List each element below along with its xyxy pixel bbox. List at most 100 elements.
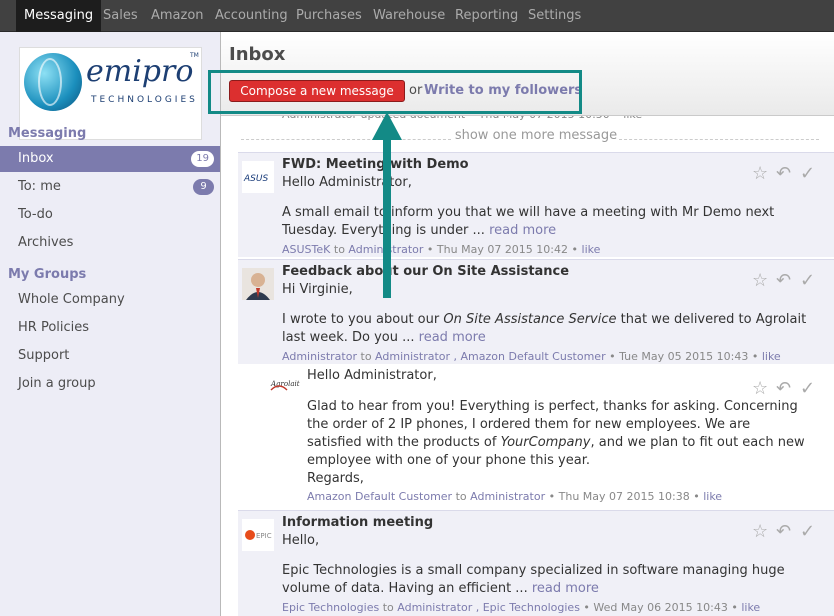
menu-purchases[interactable]: Purchases (296, 0, 362, 32)
sidebar-item-label: Join a group (18, 376, 96, 391)
sidebar-item-label: Inbox (18, 151, 54, 166)
like-link[interactable]: like (703, 490, 722, 503)
logo-tagline: TECHNOLOGIES (91, 95, 198, 105)
inbox-count-badge: 19 (191, 151, 214, 167)
epic-avatar[interactable]: EPIC (242, 519, 274, 551)
show-more-link[interactable]: show one more message (238, 128, 834, 143)
message-subject[interactable]: Feedback about our On Site Assistance (282, 264, 569, 279)
reply-icon[interactable]: ↶ (776, 163, 791, 184)
message-subject[interactable]: Information meeting (282, 515, 433, 530)
star-icon[interactable]: ☆ (752, 378, 768, 399)
main-content: Administrator updated document • Thu May… (208, 32, 834, 616)
logo-tm: TM (190, 52, 199, 59)
menu-accounting[interactable]: Accounting (215, 0, 288, 32)
message-item[interactable]: Feedback about our On Site Assistance Hi… (238, 259, 834, 364)
message-actions: ☆ ↶ ✓ (752, 163, 822, 184)
sidebar-item-label: HR Policies (18, 320, 90, 335)
menu-warehouse[interactable]: Warehouse (373, 0, 445, 32)
author-link[interactable]: Epic Technologies (282, 601, 379, 614)
message-meta: Epic Technologies to Administrator , Epi… (282, 601, 761, 614)
sidebar-item-label: Whole Company (18, 292, 125, 307)
message-actions: ☆ ↶ ✓ (752, 270, 822, 291)
read-more-link[interactable]: read more (419, 330, 486, 345)
sidebar-item-hr-policies[interactable]: HR Policies (0, 315, 220, 341)
sidebar-item-label: To: me (18, 179, 61, 194)
message-item[interactable]: EPIC Information meeting Hello, Epic Tec… (238, 510, 834, 616)
sidebar-section-my-groups: My Groups (8, 267, 87, 282)
page-title: Inbox (229, 44, 286, 65)
sidebar-item-join-group[interactable]: Join a group (0, 371, 220, 397)
recipient-link[interactable]: Administrator , Epic Technologies (397, 601, 580, 614)
message-meta: Amazon Default Customer to Administrator… (307, 490, 723, 503)
message-body: volume of data. Having an efficient ... … (282, 581, 599, 596)
user-avatar[interactable] (242, 268, 274, 300)
svg-text:ASUS: ASUS (243, 174, 268, 184)
sidebar: emipro TM TECHNOLOGIES Messaging Inbox 1… (0, 32, 221, 616)
reply-icon[interactable]: ↶ (776, 521, 791, 542)
menu-messaging[interactable]: Messaging (16, 0, 102, 32)
message-subject[interactable]: FWD: Meeting with Demo (282, 157, 469, 172)
sidebar-item-support[interactable]: Support (0, 343, 220, 369)
star-icon[interactable]: ☆ (752, 521, 768, 542)
message-reply-item[interactable]: Agrolait Hello Administrator, Glad to he… (263, 366, 834, 508)
message-greeting: Hi Virginie, (282, 282, 353, 297)
message-body: last week. Do you ... read more (282, 330, 486, 345)
message-meta: ASUSTeK to Administrator • Thu May 07 20… (282, 243, 601, 256)
logo-brand: emipro (86, 54, 194, 89)
reply-icon[interactable]: ↶ (776, 270, 791, 291)
message-body: the order of 2 IP phones, I ordered them… (307, 417, 751, 432)
check-icon[interactable]: ✓ (800, 270, 815, 291)
star-icon[interactable]: ☆ (752, 163, 768, 184)
sidebar-item-label: To-do (18, 207, 53, 222)
asus-avatar[interactable]: ASUS (242, 161, 274, 193)
like-link[interactable]: like (741, 601, 760, 614)
message-actions: ☆ ↶ ✓ (752, 378, 822, 399)
sidebar-section-messaging: Messaging (8, 126, 87, 141)
message-date: Wed May 06 2015 10:43 (593, 601, 728, 614)
message-greeting: Hello Administrator, (307, 368, 437, 383)
sidebar-item-to-me[interactable]: To: me 9 (0, 174, 220, 200)
message-body: Glad to hear from you! Everything is per… (307, 399, 798, 414)
like-link[interactable]: like (582, 243, 601, 256)
message-date: Thu May 07 2015 10:42 (436, 243, 569, 256)
message-actions: ☆ ↶ ✓ (752, 521, 822, 542)
message-body: Regards, (307, 471, 364, 486)
recipient-link[interactable]: Administrator (470, 490, 545, 503)
message-greeting: Hello Administrator, (282, 175, 412, 190)
message-item[interactable]: ASUS FWD: Meeting with Demo Hello Admini… (238, 152, 834, 257)
like-link[interactable]: like (762, 350, 781, 363)
top-menu-bar: Messaging Sales Amazon Accounting Purcha… (0, 0, 834, 32)
check-icon[interactable]: ✓ (800, 378, 815, 399)
menu-amazon[interactable]: Amazon (151, 0, 204, 32)
author-link[interactable]: ASUSTeK (282, 243, 330, 256)
author-link[interactable]: Administrator (282, 350, 357, 363)
read-more-link[interactable]: read more (532, 581, 599, 596)
message-body: Epic Technologies is a small company spe… (282, 563, 785, 578)
agrolait-avatar[interactable]: Agrolait (269, 372, 301, 396)
message-date: Thu May 07 2015 10:38 (558, 490, 690, 503)
check-icon[interactable]: ✓ (800, 521, 815, 542)
message-body: satisfied with the products of YourCompa… (307, 435, 805, 450)
check-icon[interactable]: ✓ (800, 163, 815, 184)
annotation-highlight-box (208, 70, 582, 114)
message-body: Tuesday. Everything is under ... read mo… (282, 223, 557, 238)
menu-sales[interactable]: Sales (103, 0, 138, 32)
message-body: I wrote to you about our On Site Assista… (282, 312, 807, 327)
sidebar-item-archives[interactable]: Archives (0, 230, 220, 256)
message-meta: Administrator to Administrator , Amazon … (282, 350, 781, 363)
star-icon[interactable]: ☆ (752, 270, 768, 291)
svg-text:EPIC: EPIC (256, 532, 272, 540)
sidebar-item-whole-company[interactable]: Whole Company (0, 287, 220, 313)
message-date: Tue May 05 2015 10:43 (619, 350, 749, 363)
recipient-link[interactable]: Administrator , Amazon Default Customer (375, 350, 606, 363)
message-body: A small email to inform you that we will… (282, 205, 775, 220)
sidebar-item-inbox[interactable]: Inbox 19 (0, 146, 220, 172)
menu-settings[interactable]: Settings (528, 0, 581, 32)
sidebar-item-to-do[interactable]: To-do (0, 202, 220, 228)
annotation-arrow-shaft (383, 132, 391, 298)
menu-reporting[interactable]: Reporting (455, 0, 518, 32)
reply-icon[interactable]: ↶ (776, 378, 791, 399)
author-link[interactable]: Amazon Default Customer (307, 490, 452, 503)
read-more-link[interactable]: read more (489, 223, 556, 238)
sidebar-item-label: Support (18, 348, 70, 363)
